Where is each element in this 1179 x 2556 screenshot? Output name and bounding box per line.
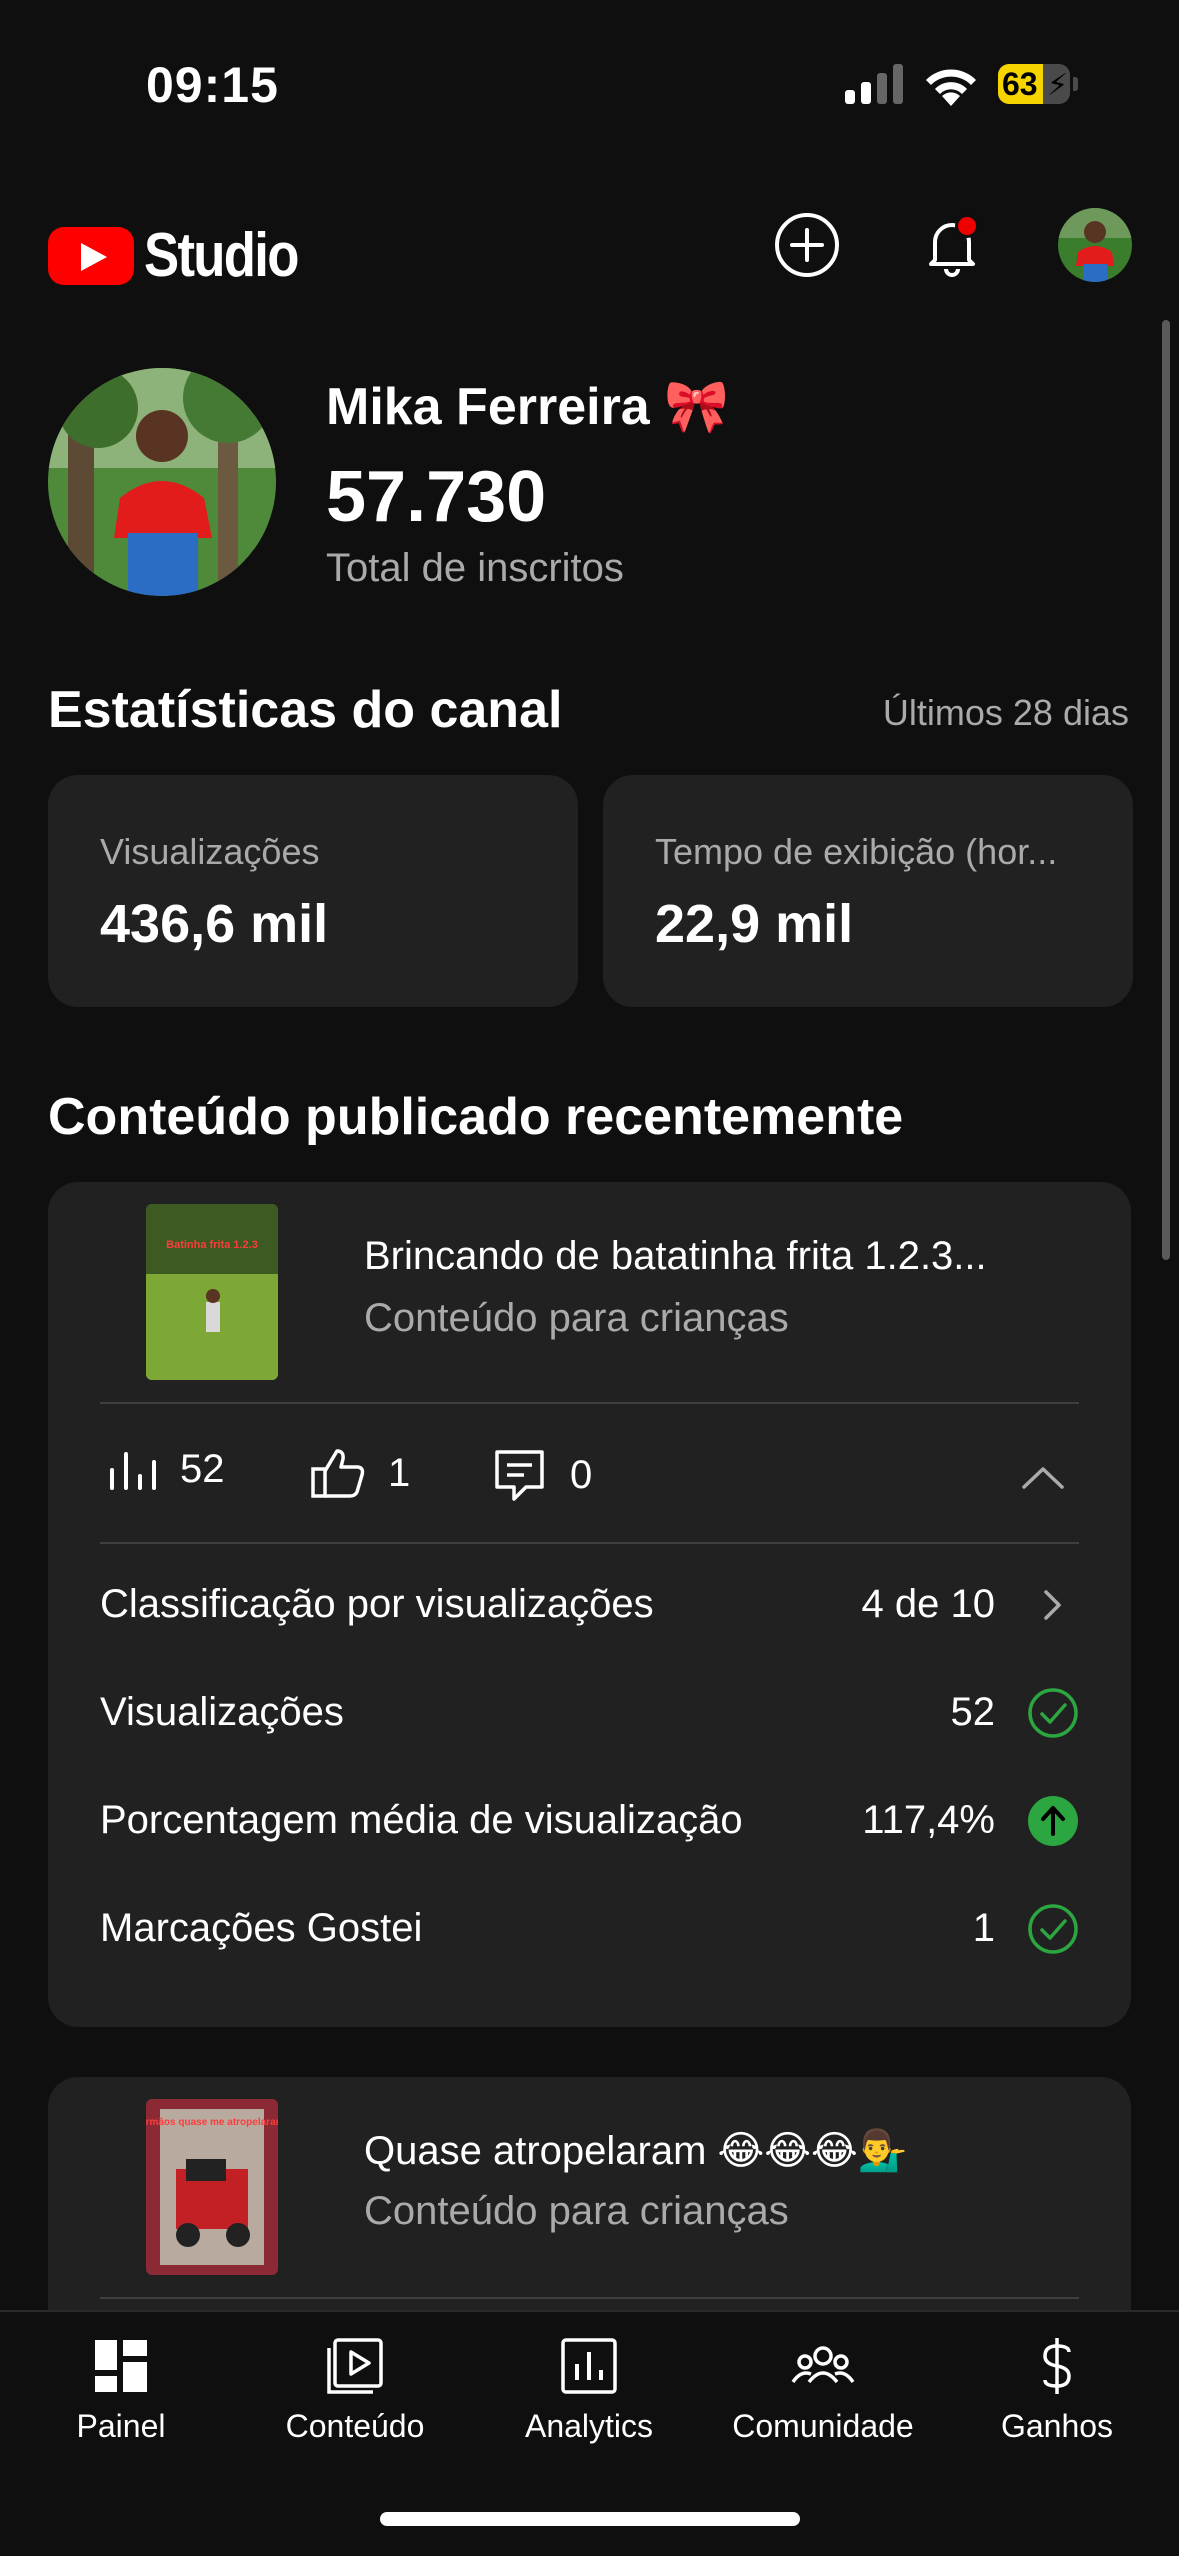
nav-label: Analytics (524, 2408, 654, 2444)
comments-count: 0 (570, 1452, 593, 1497)
likes-metric: 1 (310, 1447, 410, 1499)
nav-label: Comunidade (732, 2408, 914, 2444)
stat-label: Visualizações (100, 831, 320, 872)
channel-avatar[interactable] (48, 368, 276, 596)
thumbs-up-icon (311, 1449, 365, 1498)
status-bar: 09:15 63 ⚡ (0, 0, 1179, 170)
dashboard-icon (95, 2340, 147, 2392)
detail-value: 1 (972, 1906, 995, 1950)
status-time: 09:15 (146, 57, 279, 113)
account-avatar[interactable] (1058, 208, 1132, 282)
detail-label: Visualizações (100, 1690, 344, 1734)
stats-title: Estatísticas do canal (48, 681, 563, 739)
create-button[interactable] (770, 208, 844, 282)
thumbnail-text: Meus irmãos quase me atropelaram kkkk (146, 2117, 278, 2128)
notifications-button[interactable] (915, 208, 989, 282)
video-audience-label: Conteúdo para crianças (364, 2189, 789, 2233)
detail-value: 52 (950, 1690, 996, 1734)
stat-card-watch-time[interactable]: Tempo de exibição (hor... 22,9 mil (603, 775, 1133, 1007)
content-card: Meus irmãos quase me atropelaram kkkk Qu… (48, 2077, 1131, 2337)
comments-metric: 0 (492, 1447, 592, 1503)
views-metric: 52 (108, 1447, 225, 1492)
nav-item-content[interactable]: Conteúdo (237, 2312, 473, 2492)
app-header: Studio (0, 190, 1179, 300)
scrollbar[interactable] (1162, 320, 1170, 1260)
detail-value: 4 de 10 (861, 1582, 995, 1626)
nav-item-earnings[interactable]: Ganhos (939, 2312, 1175, 2492)
arrow-up-circle-icon (1028, 1796, 1078, 1846)
divider (100, 1542, 1079, 1544)
chevron-up-icon (1022, 1467, 1064, 1489)
detail-label: Classificação por visualizações (100, 1582, 654, 1626)
studio-logo[interactable]: Studio (48, 220, 325, 291)
collapse-details-button[interactable] (1018, 1457, 1068, 1497)
detail-label: Porcentagem média de visualização (100, 1798, 743, 1842)
stat-label: Tempo de exibição (hor... (655, 831, 1058, 872)
divider (100, 2297, 1079, 2299)
detail-row-likes: Marcações Gostei 1 (100, 1888, 1080, 1968)
stat-value: 22,9 mil (655, 894, 854, 954)
home-indicator[interactable] (380, 2512, 800, 2526)
video-title[interactable]: Quase atropelaram 😂😂😂💁‍♂️ (364, 2127, 908, 2174)
plus-circle-icon (775, 213, 839, 277)
check-circle-icon (1028, 1688, 1078, 1738)
youtube-play-icon (48, 226, 134, 285)
video-thumbnail[interactable]: Batinha frita 1.2.3 (146, 1204, 278, 1380)
nav-item-community[interactable]: Comunidade (705, 2312, 941, 2492)
wifi-icon (926, 69, 976, 106)
recent-content-title: Conteúdo publicado recentemente (48, 1088, 904, 1146)
bar-chart-icon (110, 1451, 156, 1490)
video-audience-label: Conteúdo para crianças (364, 1296, 789, 1340)
channel-name: Mika Ferreira 🎀 (326, 378, 729, 436)
stat-value: 436,6 mil (100, 894, 329, 954)
detail-row-views: Visualizações 52 (100, 1672, 1080, 1752)
detail-label: Marcações Gostei (100, 1906, 423, 1950)
detail-row-avg-percentage: Porcentagem média de visualização 117,4% (100, 1780, 1080, 1860)
content-icon (327, 2338, 383, 2394)
battery-indicator: 63 ⚡ (998, 64, 1078, 104)
video-title[interactable]: Brincando de batatinha frita 1.2.3... (364, 1234, 987, 1279)
nav-item-analytics[interactable]: Analytics (471, 2312, 707, 2492)
detail-row-ranking[interactable]: Classificação por visualizações 4 de 10 (100, 1564, 1080, 1644)
stat-card-views[interactable]: Visualizações 436,6 mil (48, 775, 578, 1007)
cellular-signal-icon (845, 64, 903, 104)
views-count: 52 (180, 1447, 225, 1491)
likes-count: 1 (388, 1450, 411, 1495)
check-circle-icon (1028, 1904, 1078, 1954)
channel-summary: Mika Ferreira 🎀 57.730 Total de inscrito… (48, 368, 1148, 598)
battery-level: 63 (1002, 66, 1038, 102)
subscriber-label: Total de inscritos (326, 546, 624, 590)
divider (100, 1402, 1079, 1404)
notification-badge (955, 214, 979, 238)
charging-bolt-icon: ⚡ (1047, 69, 1069, 102)
earnings-icon (1043, 2338, 1071, 2394)
chevron-right-icon (1044, 1590, 1061, 1620)
nav-label: Painel (76, 2408, 166, 2444)
bell-icon (929, 223, 975, 277)
nav-item-dashboard[interactable]: Painel (3, 2312, 239, 2492)
community-icon (791, 2346, 855, 2384)
content-card: Batinha frita 1.2.3 Brincando de batatin… (48, 1182, 1131, 2027)
video-thumbnail[interactable]: Meus irmãos quase me atropelaram kkkk (146, 2099, 278, 2275)
nav-label: Conteúdo (285, 2408, 425, 2444)
comment-icon (495, 1450, 544, 1501)
nav-label: Ganhos (1000, 2408, 1114, 2444)
detail-value: 117,4% (862, 1798, 995, 1842)
thumbnail-text: Batinha frita 1.2.3 (166, 1239, 258, 1251)
brand-text: Studio (144, 221, 299, 290)
subscriber-count: 57.730 (326, 457, 547, 537)
analytics-icon (561, 2338, 617, 2394)
stats-period[interactable]: Últimos 28 dias (883, 692, 1129, 734)
